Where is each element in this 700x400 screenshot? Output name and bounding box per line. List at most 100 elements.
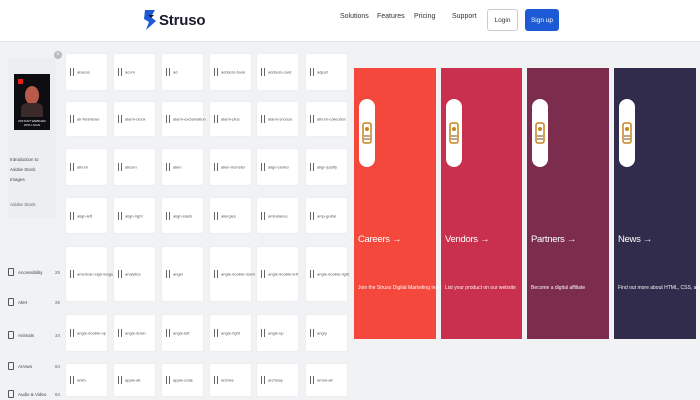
glyph-icon — [166, 376, 170, 384]
icon-tile[interactable]: alarm-snooze — [256, 101, 299, 137]
partners-card[interactable]: Partners → Become a digital affiliate — [527, 68, 609, 339]
icon-tile[interactable]: align-slash — [161, 197, 204, 234]
icon-tile[interactable]: alicorn — [113, 148, 156, 186]
icon-tile[interactable]: angle-double-up — [65, 314, 108, 352]
glyph-icon — [310, 270, 314, 278]
icon-tile[interactable]: arrow-alt — [305, 363, 348, 397]
icon-tile[interactable]: address-book — [209, 53, 252, 91]
icon-tile[interactable]: angle-double-left — [256, 246, 299, 302]
icon-tile[interactable]: archive — [209, 363, 252, 397]
glyph-icon — [214, 211, 218, 220]
glyph-icon — [261, 115, 265, 123]
icon-tile[interactable]: apple-alt — [113, 363, 156, 397]
icon-tile[interactable]: alarm-exclamation — [161, 101, 206, 137]
card-title: Careers → — [358, 234, 402, 245]
icon-tile[interactable]: abacus — [65, 53, 108, 91]
icon-tile[interactable]: align-justify — [305, 148, 348, 186]
icon-tile-label: align-center — [268, 164, 289, 170]
ad-portrait — [25, 86, 39, 104]
icon-tile-label: angel — [173, 271, 183, 277]
glyph-icon — [118, 270, 122, 278]
nav-features[interactable]: Features — [377, 13, 405, 20]
icon-tile[interactable]: angle-up — [256, 314, 299, 352]
ad-thumb-caption: INSTANT WEBINAR WITH JUAN — [18, 119, 46, 127]
icon-tile-label: adjust — [317, 69, 328, 75]
category-item[interactable]: Accessibility 25 — [8, 266, 60, 278]
icon-tile[interactable]: apple-crate — [161, 363, 204, 397]
sidebar-ad[interactable]: INSTANT WEBINAR WITH JUAN — [8, 58, 56, 218]
icon-tile-label: angle-left — [173, 330, 190, 336]
icon-tile[interactable]: angel — [161, 246, 204, 302]
ad-thumbnail: INSTANT WEBINAR WITH JUAN — [14, 74, 50, 130]
ad-description[interactable]: Introduction to Adobe Stock Images — [10, 155, 48, 185]
icon-tile-label: alarm-exclamation — [173, 116, 206, 122]
icon-tile-label: air-freshener — [77, 116, 100, 122]
accessibility-icon — [8, 268, 14, 276]
icon-tile[interactable]: air-freshener — [65, 101, 108, 137]
icon-tile-label: allergies — [221, 213, 236, 218]
icon-tile-label: apple-alt — [125, 377, 141, 383]
login-button[interactable]: Login — [487, 9, 518, 31]
icon-tile[interactable]: allergies — [209, 197, 252, 234]
icon-tile[interactable]: angle-right — [209, 314, 252, 352]
news-card[interactable]: News → Find out more about HTML, CSS, and… — [614, 68, 700, 339]
icon-tile-label: alicorn — [125, 164, 137, 170]
icon-tile[interactable]: adjust — [305, 53, 348, 91]
category-item[interactable]: Alert 25 — [8, 296, 60, 308]
vendors-card[interactable]: Vendors → List your product on our websit… — [441, 68, 522, 339]
icon-tile-label: ad — [173, 69, 178, 75]
icon-tile[interactable]: archway — [256, 363, 299, 397]
icon-tile[interactable]: ad — [161, 53, 204, 91]
icon-tile[interactable]: album — [65, 148, 108, 186]
signup-button[interactable]: Sign up — [525, 9, 559, 31]
glyph-icon — [70, 115, 74, 123]
icon-tile[interactable]: acorn — [113, 53, 156, 91]
careers-card[interactable]: Careers → Join the Struso Digital Marketi… — [354, 68, 456, 339]
icon-tile[interactable]: align-right — [113, 197, 156, 234]
card-title: News → — [618, 234, 653, 245]
icon-tile[interactable]: alarm-plus — [209, 101, 252, 137]
nav-pricing[interactable]: Pricing — [414, 13, 435, 20]
glyph-icon — [70, 270, 74, 278]
icon-tile-label: angle-double-down — [221, 271, 256, 277]
icon-tile[interactable]: angle-down — [113, 314, 156, 352]
icon-tile-label: angle-down — [125, 330, 146, 336]
category-item[interactable]: Animals 34 — [8, 329, 60, 341]
category-item[interactable]: Arrows 84 — [8, 360, 60, 372]
icon-tile[interactable]: angle-double-down — [209, 246, 256, 302]
icon-tile[interactable]: align-left — [65, 197, 108, 234]
glyph-icon — [166, 211, 170, 220]
icon-tile[interactable]: ambulance — [256, 197, 299, 234]
category-label: Arrows — [18, 363, 33, 369]
glyph-icon — [70, 163, 74, 171]
glyph-icon — [118, 163, 122, 171]
card-description: Become a digital affiliate — [531, 285, 586, 291]
glyph-icon — [261, 211, 265, 220]
category-label: Accessibility — [18, 269, 43, 275]
category-count: 34 — [54, 332, 60, 338]
ad-portrait-body — [21, 103, 43, 117]
icon-tile[interactable]: address-card — [256, 53, 299, 91]
category-item[interactable]: Audio & Video 84 — [8, 388, 60, 400]
icon-tile[interactable]: amp-guitar — [305, 197, 348, 234]
icon-tile[interactable]: alarm-clock — [113, 101, 156, 137]
icon-tile[interactable]: angle-double-right — [305, 246, 349, 302]
icon-tile-label: alien — [173, 164, 182, 170]
icon-tile[interactable]: american-sign-language-interpreting — [65, 246, 141, 302]
icon-tile-label: apple-crate — [173, 377, 194, 383]
icon-tile[interactable]: alien — [161, 148, 204, 186]
nav-support[interactable]: Support — [452, 13, 477, 20]
icon-tile[interactable]: alien-monster — [209, 148, 252, 186]
card-title: Vendors → — [445, 234, 490, 245]
icon-tile-label: angle-right — [221, 330, 240, 336]
brand-logo[interactable]: Struso — [143, 8, 206, 32]
icon-tile[interactable]: align-center — [256, 148, 299, 186]
icon-tile[interactable]: album-collection — [305, 101, 348, 137]
glyph-icon — [166, 115, 170, 123]
icon-tile-label: angry — [317, 330, 328, 336]
icon-tile[interactable]: angle-left — [161, 314, 204, 352]
icon-tile[interactable]: ankh — [65, 363, 108, 397]
icon-tile[interactable]: angry — [305, 314, 348, 352]
icon-tile[interactable]: analytics — [113, 246, 156, 302]
nav-solutions[interactable]: Solutions — [340, 13, 369, 20]
